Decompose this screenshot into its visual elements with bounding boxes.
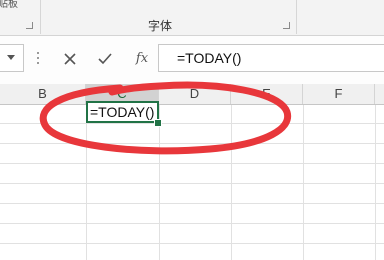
font-launcher-icon[interactable] xyxy=(283,22,291,30)
cancel-button[interactable] xyxy=(55,46,85,72)
active-cell-c[interactable]: =TODAY() xyxy=(86,101,159,123)
ribbon-separator xyxy=(40,0,41,34)
grid-line xyxy=(0,163,384,164)
check-icon xyxy=(98,53,112,64)
insert-function-button[interactable]: fx xyxy=(127,46,157,72)
font-group-label: 字体 xyxy=(148,19,173,33)
function-icon: fx xyxy=(135,51,149,66)
grip-icon[interactable] xyxy=(37,52,41,66)
ribbon: 贴板 字体 xyxy=(0,0,384,36)
formula-text: =TODAY() xyxy=(177,50,242,66)
worksheet-grid[interactable]: B C D E F =TODAY() xyxy=(0,84,384,260)
column-header-e[interactable]: E xyxy=(231,84,303,104)
column-headers: B C D E F xyxy=(0,84,384,105)
grid-line xyxy=(0,203,384,204)
column-header-f[interactable]: F xyxy=(303,84,375,104)
clipboard-group-label: 贴板 xyxy=(0,0,18,10)
column-header-d[interactable]: D xyxy=(159,84,231,104)
column-header-b[interactable]: B xyxy=(0,84,86,104)
grid-line xyxy=(0,183,384,184)
grid-line xyxy=(0,123,384,124)
formula-input[interactable]: =TODAY() xyxy=(158,44,384,72)
grid-line xyxy=(0,243,384,244)
formula-bar: fx =TODAY() xyxy=(0,36,384,85)
chevron-down-icon[interactable] xyxy=(7,55,15,60)
column-header-g[interactable] xyxy=(375,84,384,104)
enter-button[interactable] xyxy=(90,46,120,72)
grid-line xyxy=(0,223,384,224)
close-icon xyxy=(64,53,76,65)
active-cell-text: =TODAY() xyxy=(90,104,155,120)
clipboard-launcher-icon[interactable] xyxy=(26,22,34,30)
grid-line xyxy=(0,143,384,144)
fill-handle[interactable] xyxy=(154,119,162,127)
ribbon-separator xyxy=(296,0,297,34)
